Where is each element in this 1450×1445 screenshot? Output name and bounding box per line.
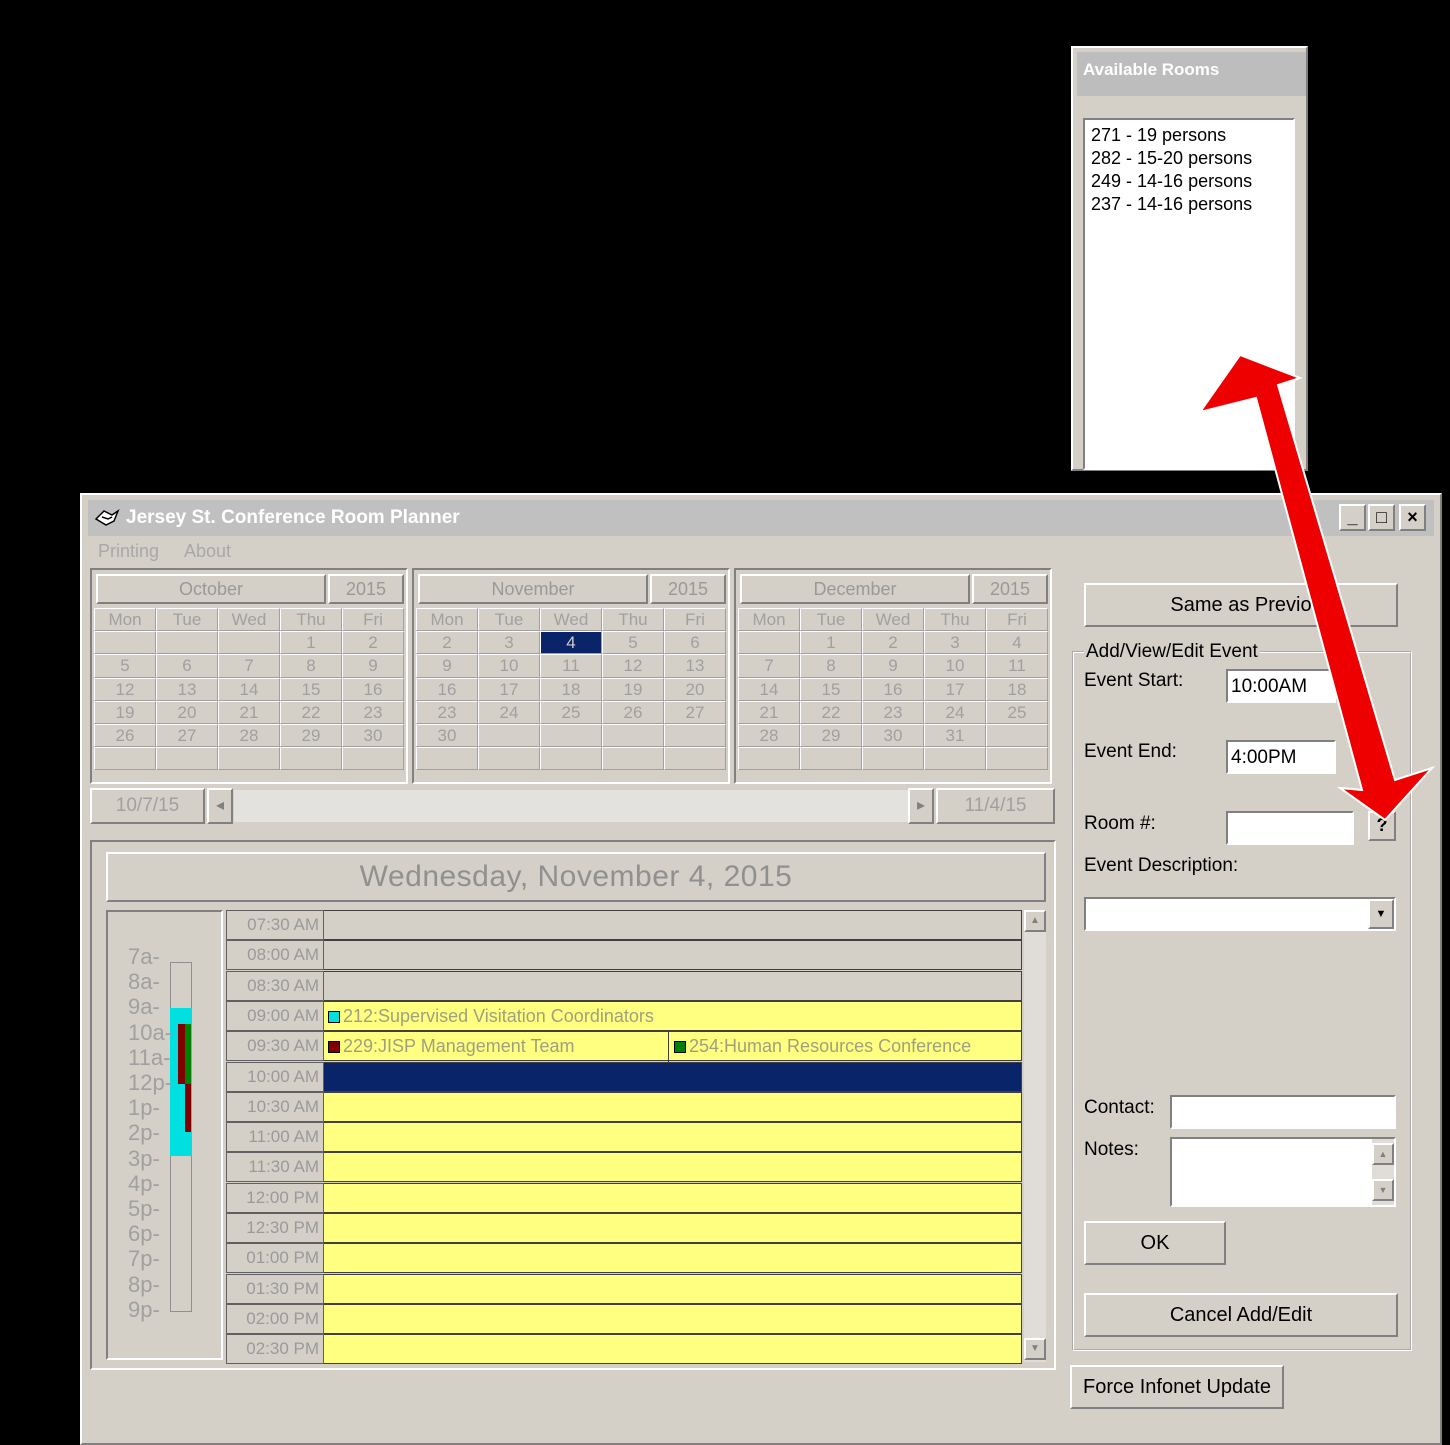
arrow-shape (1197, 353, 1436, 822)
red-arrow-annotation (1197, 353, 1436, 822)
